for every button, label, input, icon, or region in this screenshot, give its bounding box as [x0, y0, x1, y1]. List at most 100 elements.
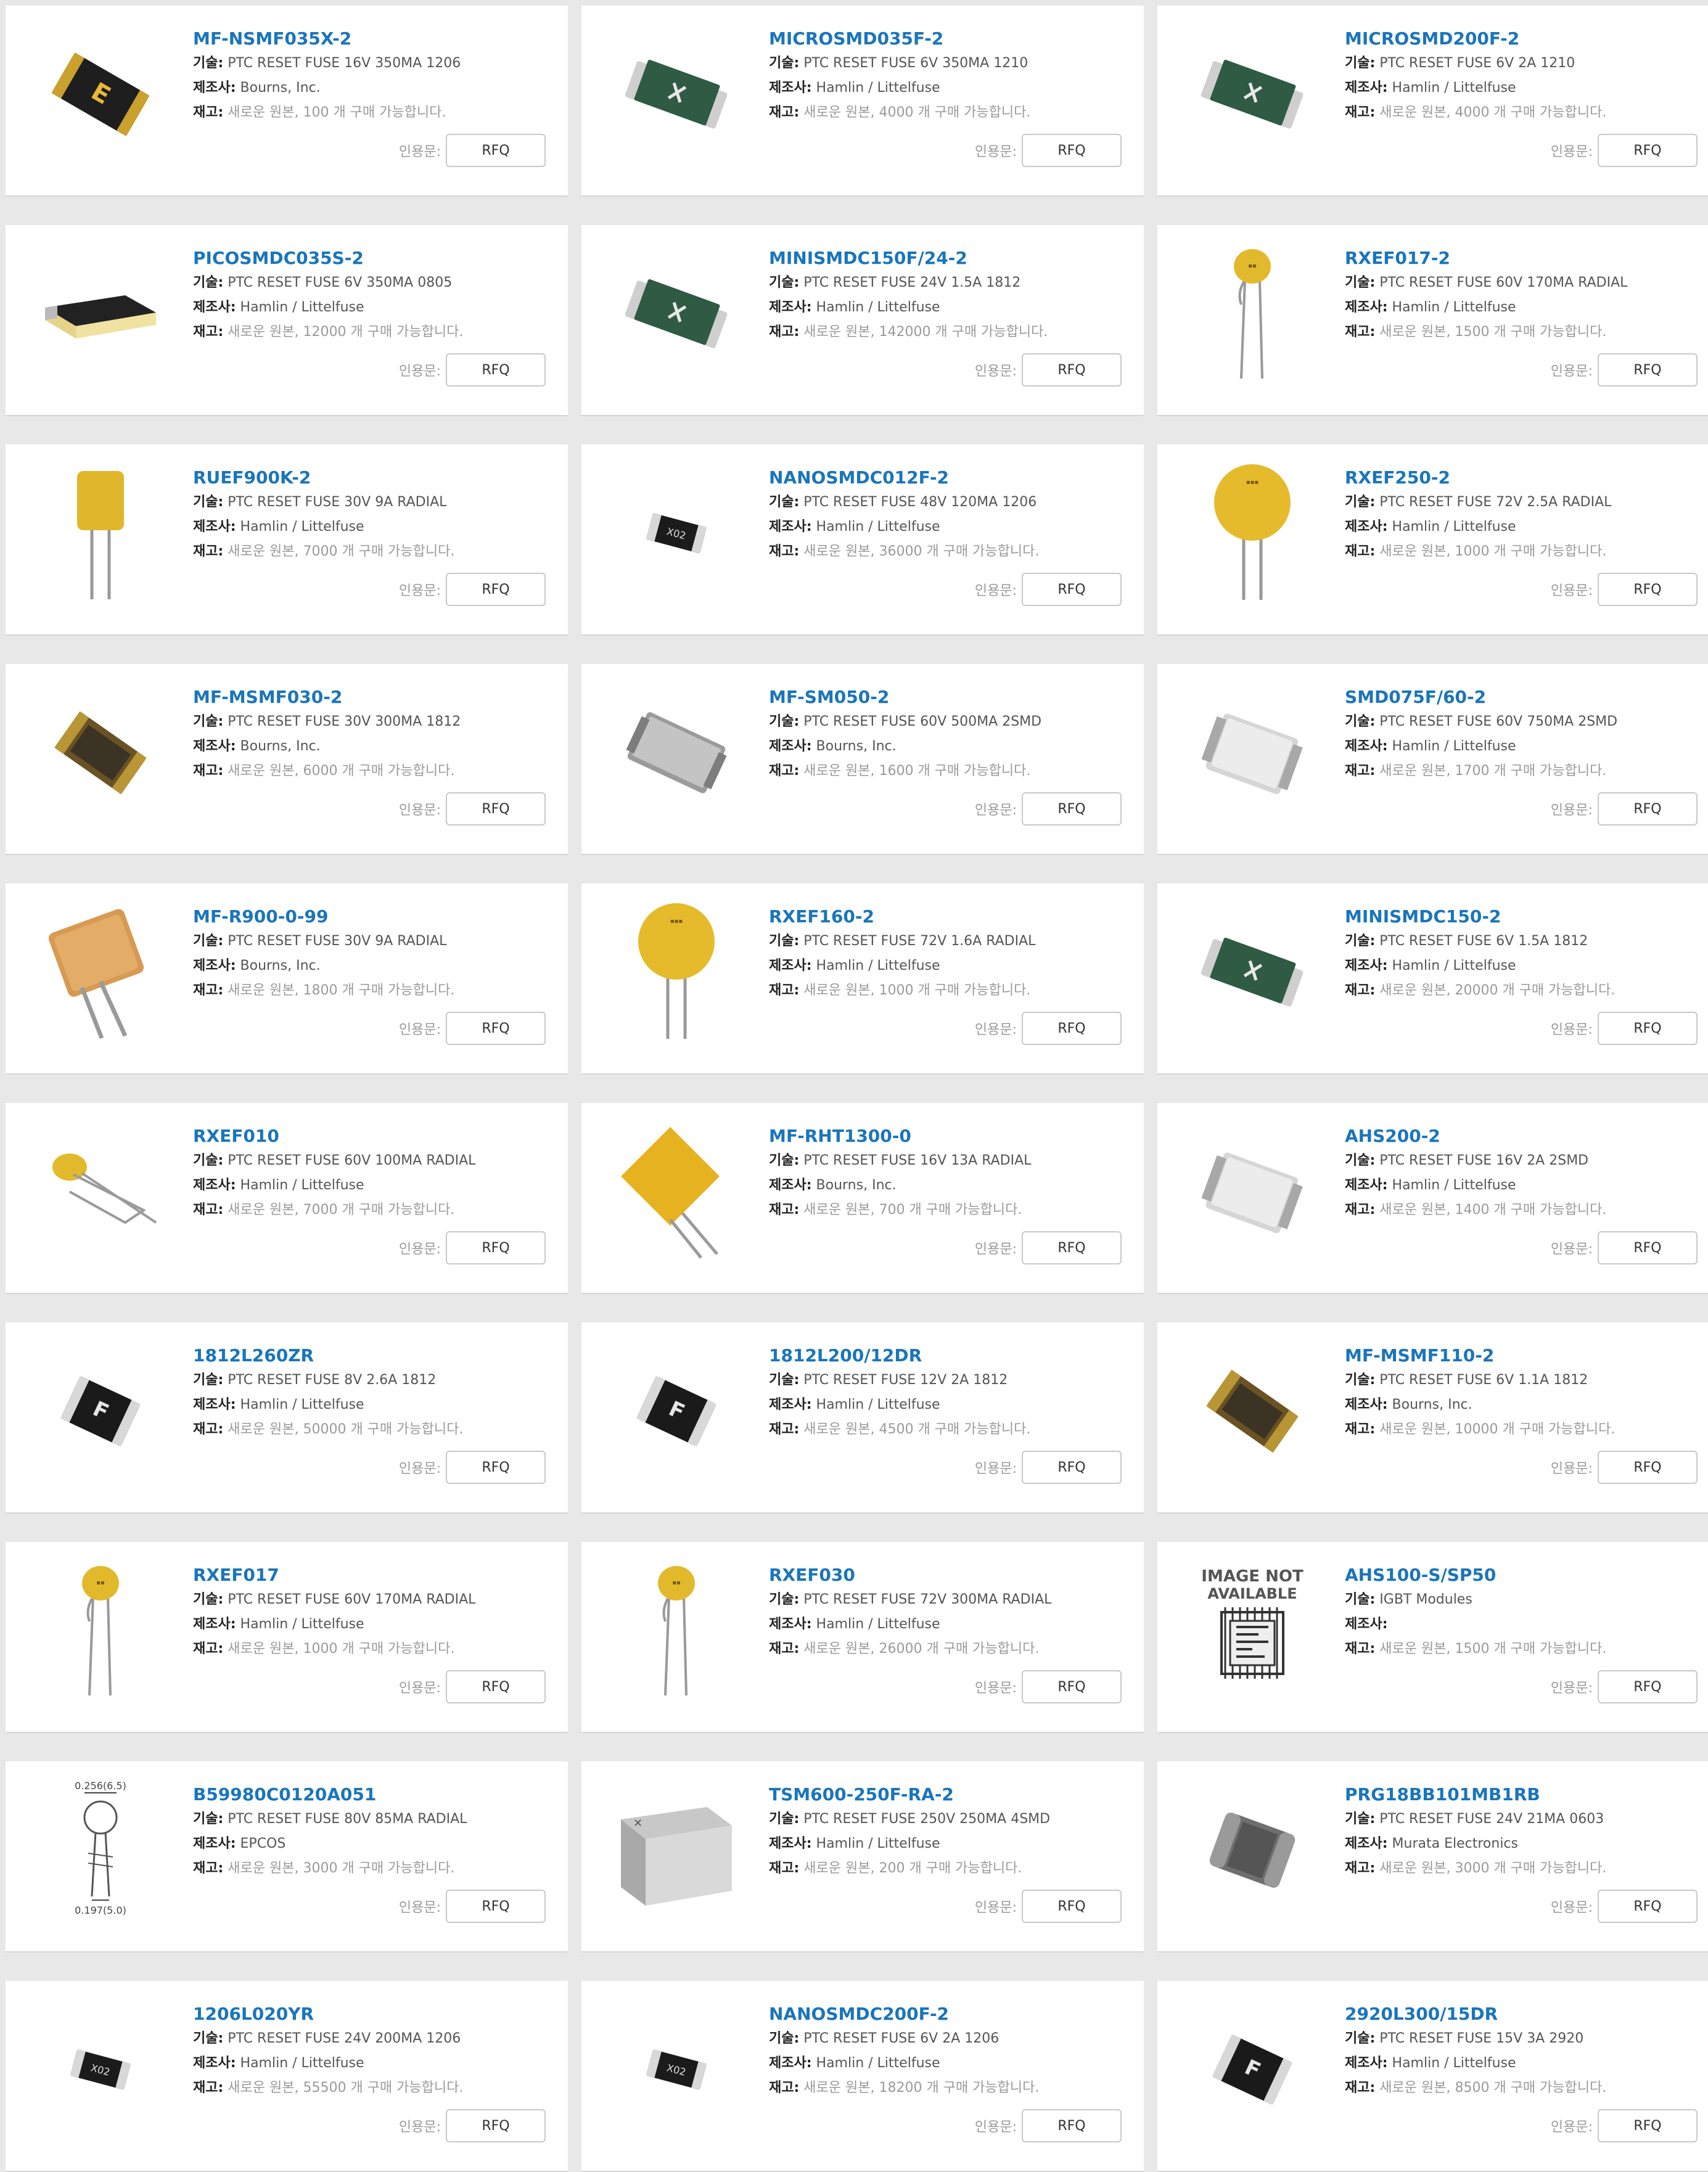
product-name-link[interactable]: MINISMDC150-2 — [1345, 904, 1698, 929]
rfq-button[interactable]: RFQ — [446, 792, 546, 826]
rfq-button[interactable]: RFQ — [1022, 573, 1122, 606]
desc-value: PTC RESET FUSE 12V 2A 1812 — [803, 1372, 1008, 1388]
product-name-link[interactable]: MF-R900-0-99 — [193, 904, 546, 929]
product-image[interactable] — [1178, 1776, 1326, 1924]
product-image[interactable] — [27, 679, 174, 827]
product-name-link[interactable]: RXEF010 — [193, 1124, 546, 1149]
product-name-link[interactable]: AHS200-2 — [1345, 1124, 1698, 1149]
product-name-link[interactable]: SMD075F/60-2 — [1345, 685, 1698, 710]
rfq-button[interactable]: RFQ — [446, 1451, 546, 1484]
rfq-button[interactable]: RFQ — [1598, 1231, 1698, 1264]
product-image[interactable]: ▪▪▪ — [1178, 459, 1326, 607]
rfq-button[interactable]: RFQ — [1022, 1890, 1122, 1923]
rfq-button[interactable]: RFQ — [1598, 792, 1698, 826]
product-info: MF-MSMF110-2 기술: PTC RESET FUSE 6V 1.1A 1… — [1345, 1343, 1698, 1442]
rfq-button[interactable]: RFQ — [446, 134, 546, 167]
rfq-button[interactable]: RFQ — [1598, 573, 1698, 606]
rfq-button[interactable]: RFQ — [1598, 1890, 1698, 1923]
product-image[interactable] — [602, 679, 750, 827]
product-card: ▪▪▪ RXEF160-2 기술: PTC RESET FUSE 72V 1.6A … — [581, 883, 1144, 1075]
mfr-label: 제조사: — [1345, 1617, 1388, 1632]
product-image[interactable] — [602, 20, 750, 168]
product-image[interactable] — [27, 898, 174, 1046]
product-image[interactable]: X02 — [602, 1996, 750, 2144]
product-name-link[interactable]: 1812L200/12DR — [769, 1343, 1122, 1368]
product-info: 1812L260ZR 기술: PTC RESET FUSE 8V 2.6A 181… — [193, 1343, 546, 1442]
product-name-link[interactable]: NANOSMDC200F-2 — [769, 2002, 1122, 2027]
product-name-link[interactable]: MF-SM050-2 — [769, 685, 1122, 710]
product-name-link[interactable]: RXEF017 — [193, 1563, 546, 1588]
product-image[interactable]: IMAGE NOT AVAILABLE — [1178, 1557, 1326, 1705]
rfq-button[interactable]: RFQ — [1022, 353, 1122, 387]
product-info: RXEF250-2 기술: PTC RESET FUSE 72V 2.5A RAD… — [1345, 465, 1698, 564]
product-image[interactable]: E — [27, 20, 174, 168]
product-image[interactable] — [27, 240, 174, 388]
product-name-link[interactable]: TSM600-250F-RA-2 — [769, 1782, 1122, 1807]
product-image[interactable] — [1178, 679, 1326, 827]
product-image[interactable]: X02 — [27, 1996, 174, 2144]
rfq-button[interactable]: RFQ — [1598, 2109, 1698, 2142]
rfq-button[interactable]: RFQ — [446, 353, 546, 387]
product-name-link[interactable]: MF-MSMF030-2 — [193, 685, 546, 710]
rfq-button[interactable]: RFQ — [1022, 2109, 1122, 2142]
product-name-link[interactable]: MF-RHT1300-0 — [769, 1124, 1122, 1149]
product-image[interactable] — [1178, 1118, 1326, 1266]
product-name-link[interactable]: RXEF160-2 — [769, 904, 1122, 929]
product-image[interactable]: X02 — [602, 459, 750, 607]
rfq-button[interactable]: RFQ — [1022, 1670, 1122, 1703]
product-name-link[interactable]: NANOSMDC012F-2 — [769, 465, 1122, 490]
product-image[interactable] — [27, 459, 174, 607]
product-info: PICOSMDC035S-2 기술: PTC RESET FUSE 6V 350M… — [193, 246, 546, 345]
product-name-link[interactable]: MINISMDC150F/24-2 — [769, 246, 1122, 271]
product-image[interactable] — [1178, 1337, 1326, 1485]
stock-value: 새로운 원본, 55500 개 구매 가능합니다. — [228, 2080, 464, 2096]
product-name-link[interactable]: AHS100-S/SP50 — [1345, 1563, 1698, 1588]
rfq-button[interactable]: RFQ — [1022, 1231, 1122, 1264]
rfq-button[interactable]: RFQ — [1022, 1012, 1122, 1045]
product-name-link[interactable]: PICOSMDC035S-2 — [193, 246, 546, 271]
product-name-link[interactable]: RXEF017-2 — [1345, 246, 1698, 271]
product-name-link[interactable]: MF-NSMF035X-2 — [193, 27, 546, 51]
rfq-button[interactable]: RFQ — [1022, 792, 1122, 826]
product-name-link[interactable]: RXEF030 — [769, 1563, 1122, 1588]
product-name-link[interactable]: RUEF900K-2 — [193, 465, 546, 490]
rfq-button[interactable]: RFQ — [446, 573, 546, 606]
rfq-button[interactable]: RFQ — [446, 1890, 546, 1923]
rfq-button[interactable]: RFQ — [1598, 1012, 1698, 1045]
product-image[interactable]: ▪▪ — [1178, 240, 1326, 388]
product-image[interactable] — [1178, 20, 1326, 168]
product-image[interactable] — [27, 1118, 174, 1266]
rfq-button[interactable]: RFQ — [446, 1670, 546, 1703]
manufacturer-row: 제조사: Hamlin / Littelfuse — [1345, 2051, 1698, 2076]
product-name-link[interactable]: B59980C0120A051 — [193, 1782, 546, 1807]
rfq-button[interactable]: RFQ — [446, 2109, 546, 2142]
product-image[interactable]: 0.256(6.5) 0.197(5.0) — [27, 1776, 174, 1924]
rfq-button[interactable]: RFQ — [446, 1012, 546, 1045]
product-image[interactable]: ▪▪▪ — [602, 898, 750, 1046]
rfq-button[interactable]: RFQ — [1598, 353, 1698, 387]
product-image[interactable]: F — [1178, 1996, 1326, 2144]
product-image[interactable]: F — [27, 1337, 174, 1485]
product-image[interactable] — [602, 240, 750, 388]
product-image[interactable]: ▪▪ — [27, 1557, 174, 1705]
product-image[interactable]: ▪▪ — [602, 1557, 750, 1705]
product-image[interactable]: ✕ — [602, 1776, 750, 1924]
rfq-button[interactable]: RFQ — [1022, 1451, 1122, 1484]
product-image[interactable] — [602, 1118, 750, 1266]
product-name-link[interactable]: MICROSMD035F-2 — [769, 27, 1122, 51]
product-name-link[interactable]: 1206L020YR — [193, 2002, 546, 2027]
product-name-link[interactable]: MF-MSMF110-2 — [1345, 1343, 1698, 1368]
product-name-link[interactable]: 2920L300/15DR — [1345, 2002, 1698, 2027]
product-name-link[interactable]: RXEF250-2 — [1345, 465, 1698, 490]
rfq-button[interactable]: RFQ — [1598, 134, 1698, 167]
rfq-button[interactable]: RFQ — [1598, 1670, 1698, 1703]
product-name-link[interactable]: 1812L260ZR — [193, 1343, 546, 1368]
product-name-link[interactable]: PRG18BB101MB1RB — [1345, 1782, 1698, 1807]
product-name-link[interactable]: MICROSMD200F-2 — [1345, 27, 1698, 51]
product-image[interactable]: F — [602, 1337, 750, 1485]
rfq-button[interactable]: RFQ — [1022, 134, 1122, 167]
rfq-button[interactable]: RFQ — [446, 1231, 546, 1264]
desc-value: PTC RESET FUSE 24V 1.5A 1812 — [803, 275, 1021, 290]
product-image[interactable] — [1178, 898, 1326, 1046]
rfq-button[interactable]: RFQ — [1598, 1451, 1698, 1484]
